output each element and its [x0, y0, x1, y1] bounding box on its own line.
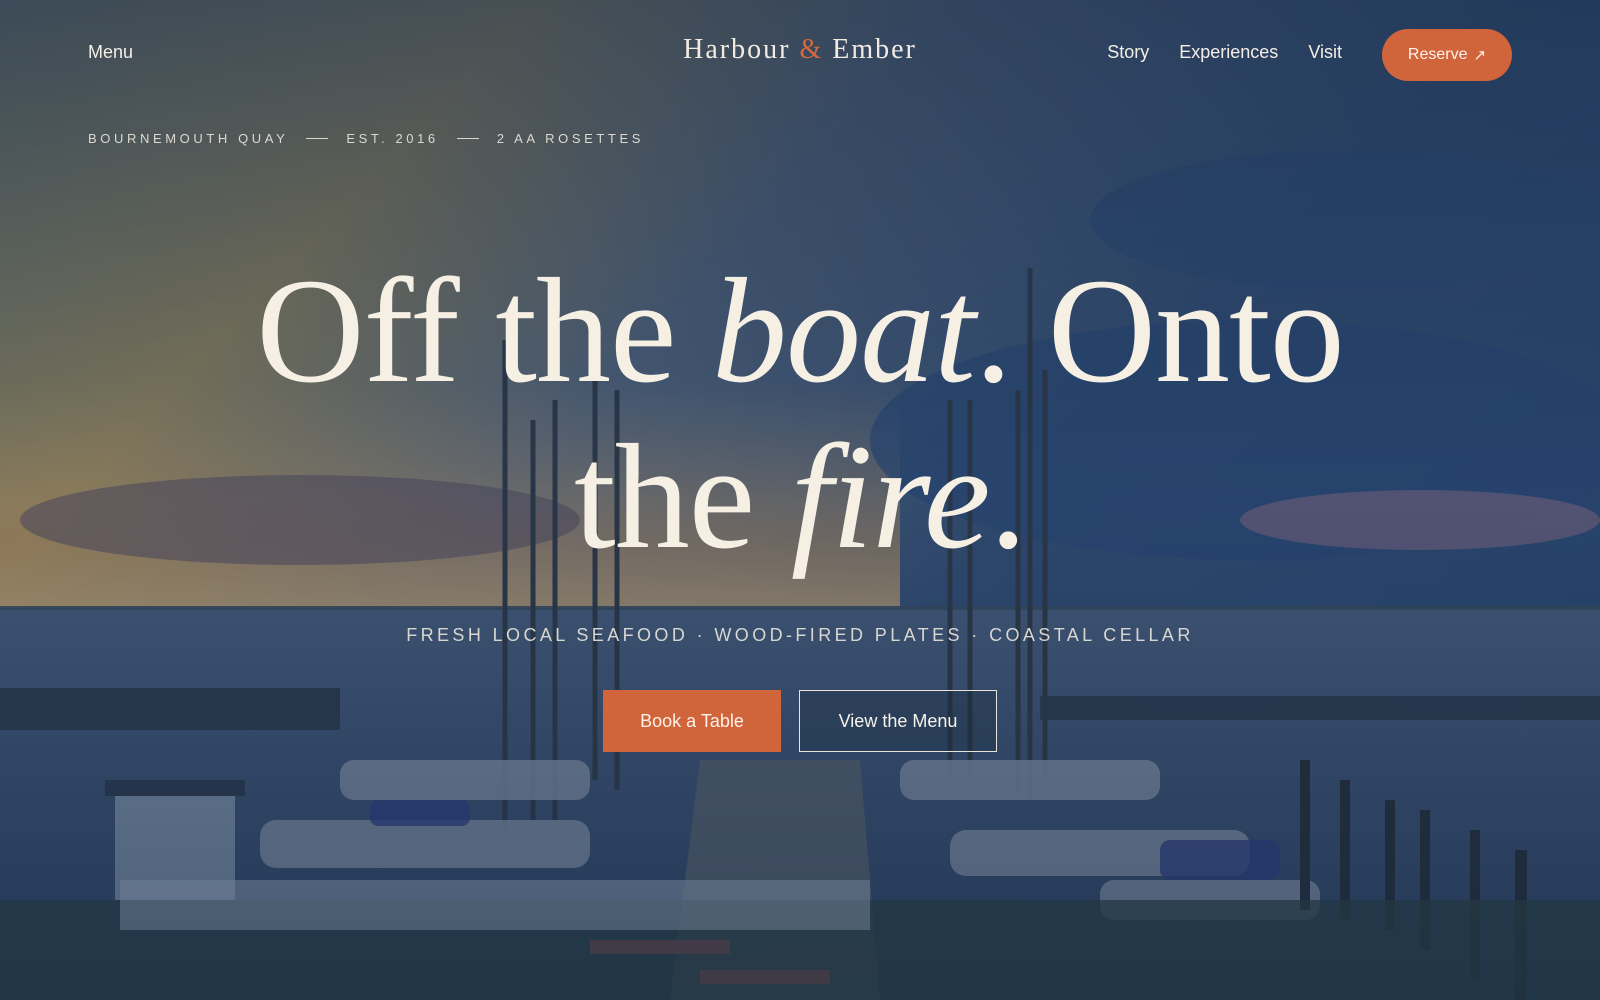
hero-headline: Off the boat. Onto the fire. — [0, 248, 1600, 580]
meta-established: EST. 2016 — [346, 131, 439, 146]
menu-toggle-link[interactable]: Menu — [88, 42, 133, 63]
primary-nav: Story Experiences Visit — [1107, 42, 1342, 63]
meta-award: 2 AA ROSETTES — [496, 131, 644, 146]
reserve-button[interactable]: Reserve ↗ — [1382, 29, 1512, 81]
nav-link-experiences[interactable]: Experiences — [1179, 42, 1278, 63]
headline-emphasis-boat: boat — [712, 248, 976, 414]
view-menu-button[interactable]: View the Menu — [799, 690, 997, 752]
meta-divider — [456, 138, 479, 139]
book-table-button[interactable]: Book a Table — [603, 690, 781, 752]
hero-cta-group: Book a Table View the Menu — [603, 690, 997, 752]
site-header: Menu Harbour & Ember Story Experiences V… — [0, 0, 1600, 110]
brand-name-part2: Ember — [832, 34, 917, 65]
hero-tagline: FRESH LOCAL SEAFOOD · WOOD-FIRED PLATES … — [406, 625, 1194, 645]
brand-logo[interactable]: Harbour & Ember — [0, 34, 1600, 66]
headline-line-2: the fire. — [574, 414, 1027, 580]
headline-line-1: Off the boat. Onto — [256, 248, 1345, 414]
headline-text: the — [574, 414, 791, 580]
nav-link-visit[interactable]: Visit — [1308, 42, 1342, 63]
brand-ampersand: & — [799, 34, 824, 65]
arrow-up-right-icon: ↗ — [1473, 47, 1487, 64]
meta-divider — [306, 138, 329, 139]
nav-link-story[interactable]: Story — [1107, 42, 1149, 63]
headline-text: . Onto — [974, 248, 1345, 414]
brand-name-part1: Harbour — [683, 34, 791, 65]
headline-emphasis-fire: fire — [790, 414, 991, 580]
location-meta: BOURNEMOUTH QUAY EST. 2016 2 AA ROSETTES — [88, 131, 644, 146]
reserve-button-label: Reserve — [1407, 46, 1468, 63]
headline-text: Off the — [256, 248, 713, 414]
meta-location: BOURNEMOUTH QUAY — [88, 131, 289, 146]
headline-text: . — [989, 414, 1027, 580]
